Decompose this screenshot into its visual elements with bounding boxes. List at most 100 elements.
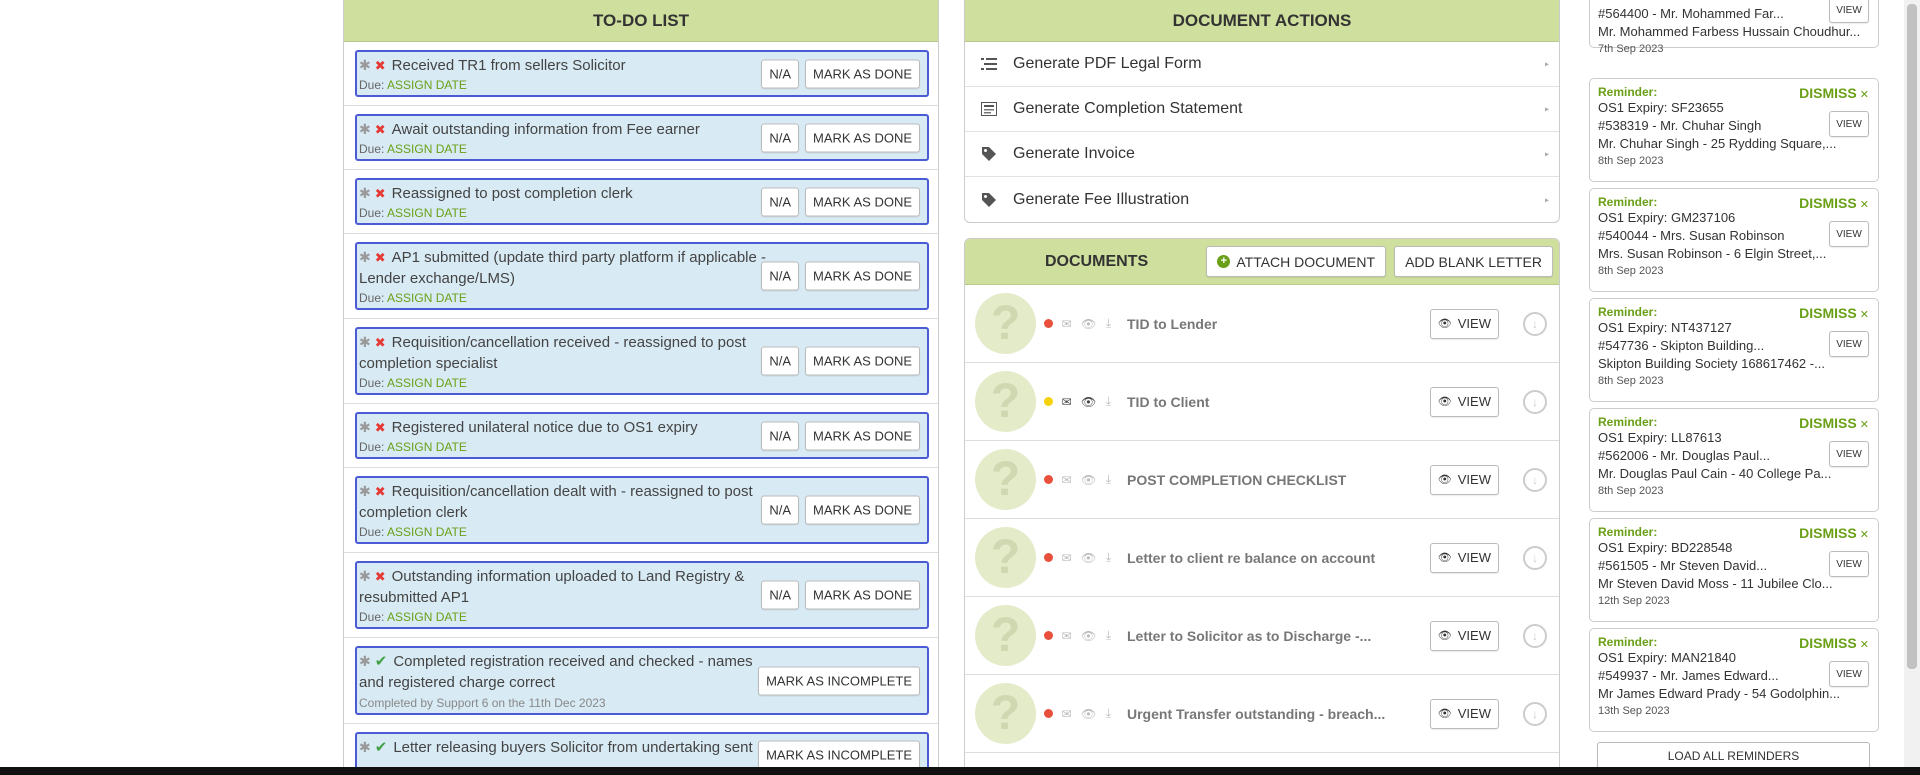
download-circle-icon[interactable]: ↓: [1523, 545, 1547, 570]
eye-icon[interactable]: 👁: [1081, 395, 1096, 409]
download-circle-icon[interactable]: ↓: [1523, 467, 1547, 492]
assign-date-link[interactable]: ASSIGN DATE: [387, 142, 467, 156]
dismiss-button[interactable]: DISMISS ✕: [1799, 85, 1869, 101]
assign-date-link[interactable]: ASSIGN DATE: [387, 440, 467, 454]
envelope-icon[interactable]: ✉: [1060, 473, 1073, 487]
na-button[interactable]: N/A: [761, 346, 800, 376]
envelope-icon[interactable]: ✉: [1060, 317, 1073, 331]
document-name[interactable]: TID to Client: [1127, 394, 1209, 410]
eye-icon[interactable]: 👁: [1081, 551, 1096, 565]
assign-date-link[interactable]: ASSIGN DATE: [387, 291, 467, 305]
download-circle-icon[interactable]: ↓: [1523, 701, 1547, 726]
document-view-button[interactable]: 👁 VIEW: [1429, 386, 1499, 417]
star-icon[interactable]: ✱: [359, 483, 371, 499]
document-action-item[interactable]: Generate Completion Statement ▸: [965, 87, 1559, 132]
document-view-button[interactable]: 👁 VIEW: [1429, 308, 1499, 339]
dismiss-button[interactable]: DISMISS ✕: [1799, 635, 1869, 651]
mark-as-done-button[interactable]: MARK AS DONE: [805, 187, 920, 216]
dismiss-button[interactable]: DISMISS ✕: [1799, 525, 1869, 541]
reminder-view-button[interactable]: VIEW: [1829, 331, 1869, 357]
envelope-icon[interactable]: ✉: [1060, 629, 1073, 643]
document-view-button[interactable]: 👁 VIEW: [1429, 464, 1499, 495]
envelope-icon[interactable]: ✉: [1060, 395, 1073, 409]
star-icon[interactable]: ✱: [359, 57, 371, 73]
document-view-button[interactable]: 👁 VIEW: [1429, 698, 1499, 729]
reminder-card: Reminder: DISMISS ✕ OS1 Expiry: MAN21840 #5…: [1589, 628, 1879, 732]
page-scrollbar[interactable]: [1904, 0, 1920, 775]
dismiss-button[interactable]: DISMISS ✕: [1799, 415, 1869, 431]
mark-as-done-button[interactable]: MARK AS DONE: [805, 421, 920, 450]
document-name[interactable]: TID to Lender: [1127, 316, 1217, 332]
assign-date-link[interactable]: ASSIGN DATE: [387, 78, 467, 92]
reminder-view-button[interactable]: VIEW: [1829, 441, 1869, 467]
todo-item-title: ✱ ✖ Received TR1 from sellers Solicitor: [359, 55, 787, 76]
download-circle-icon[interactable]: ↓: [1523, 623, 1547, 648]
na-button[interactable]: N/A: [761, 187, 800, 216]
load-all-reminders-button[interactable]: LOAD ALL REMINDERS: [1597, 742, 1870, 770]
mark-as-done-button[interactable]: MARK AS DONE: [805, 580, 920, 610]
download-icon[interactable]: ⤓: [1102, 394, 1115, 409]
star-icon[interactable]: ✱: [359, 249, 371, 265]
envelope-icon[interactable]: ✉: [1060, 551, 1073, 565]
download-icon[interactable]: ⤓: [1102, 472, 1115, 487]
mark-as-incomplete-button[interactable]: MARK AS INCOMPLETE: [758, 666, 920, 695]
download-icon[interactable]: ⤓: [1102, 550, 1115, 565]
mark-as-done-button[interactable]: MARK AS DONE: [805, 346, 920, 376]
document-action-item[interactable]: Generate PDF Legal Form ▸: [965, 42, 1559, 87]
reminder-view-button[interactable]: VIEW: [1829, 111, 1869, 137]
add-blank-letter-button[interactable]: ADD BLANK LETTER: [1394, 246, 1553, 277]
star-icon[interactable]: ✱: [359, 568, 371, 584]
download-icon[interactable]: ⤓: [1102, 706, 1115, 721]
star-icon[interactable]: ✱: [359, 185, 371, 201]
reminder-view-button[interactable]: VIEW: [1829, 551, 1869, 577]
assign-date-link[interactable]: ASSIGN DATE: [387, 525, 467, 539]
eye-icon[interactable]: 👁: [1081, 473, 1096, 487]
na-button[interactable]: N/A: [761, 59, 800, 88]
assign-date-link[interactable]: ASSIGN DATE: [387, 206, 467, 220]
star-icon[interactable]: ✱: [359, 739, 371, 755]
star-icon[interactable]: ✱: [359, 419, 371, 435]
document-view-button[interactable]: 👁 VIEW: [1429, 620, 1499, 651]
eye-icon[interactable]: 👁: [1081, 317, 1096, 331]
eye-icon[interactable]: 👁: [1081, 629, 1096, 643]
mark-as-done-button[interactable]: MARK AS DONE: [805, 495, 920, 525]
document-view-button[interactable]: 👁 VIEW: [1429, 542, 1499, 573]
document-action-item[interactable]: Generate Invoice ▸: [965, 132, 1559, 177]
reminder-view-button[interactable]: VIEW: [1829, 221, 1869, 247]
todo-item-title: ✱ ✖ Requisition/cancellation dealt with - …: [359, 481, 787, 523]
document-name[interactable]: Letter to Solicitor as to Discharge -...: [1127, 628, 1371, 644]
reminder-view-button[interactable]: VIEW: [1829, 0, 1869, 23]
document-row: ? ✉ 👁 ⤓ TID to Client 👁 VIEW ↓: [965, 363, 1559, 441]
download-icon[interactable]: ⤓: [1102, 316, 1115, 331]
na-button[interactable]: N/A: [761, 261, 800, 291]
document-name[interactable]: Urgent Transfer outstanding - breach...: [1127, 706, 1385, 722]
attach-document-button[interactable]: + ATTACH DOCUMENT: [1206, 246, 1387, 277]
document-name[interactable]: POST COMPLETION CHECKLIST: [1127, 472, 1346, 488]
reminder-client: Mr. Chuhar Singh - 25 Rydding Square,...: [1598, 136, 1837, 151]
envelope-icon[interactable]: ✉: [1060, 707, 1073, 721]
na-button[interactable]: N/A: [761, 123, 800, 152]
na-button[interactable]: N/A: [761, 421, 800, 450]
document-name[interactable]: Letter to client re balance on account: [1127, 550, 1375, 566]
star-icon[interactable]: ✱: [359, 334, 371, 350]
download-icon[interactable]: ⤓: [1102, 628, 1115, 643]
star-icon[interactable]: ✱: [359, 121, 371, 137]
download-circle-icon[interactable]: ↓: [1523, 311, 1547, 336]
mark-as-done-button[interactable]: MARK AS DONE: [805, 123, 920, 152]
assign-date-link[interactable]: ASSIGN DATE: [387, 376, 467, 390]
na-button[interactable]: N/A: [761, 495, 800, 525]
assign-date-link[interactable]: ASSIGN DATE: [387, 610, 467, 624]
reminder-view-button[interactable]: VIEW: [1829, 661, 1869, 687]
mark-as-incomplete-button[interactable]: MARK AS INCOMPLETE: [758, 740, 920, 770]
statement-icon: [981, 101, 999, 117]
dismiss-button[interactable]: DISMISS ✕: [1799, 305, 1869, 321]
mark-as-done-button[interactable]: MARK AS DONE: [805, 261, 920, 291]
mark-as-done-button[interactable]: MARK AS DONE: [805, 59, 920, 88]
dismiss-button[interactable]: DISMISS ✕: [1799, 195, 1869, 211]
download-circle-icon[interactable]: ↓: [1523, 389, 1547, 414]
star-icon[interactable]: ✱: [359, 653, 371, 669]
eye-icon[interactable]: 👁: [1081, 707, 1096, 721]
document-action-item[interactable]: Generate Fee Illustration ▸: [965, 177, 1559, 222]
na-button[interactable]: N/A: [761, 580, 800, 610]
scrollbar-thumb[interactable]: [1907, 4, 1917, 669]
